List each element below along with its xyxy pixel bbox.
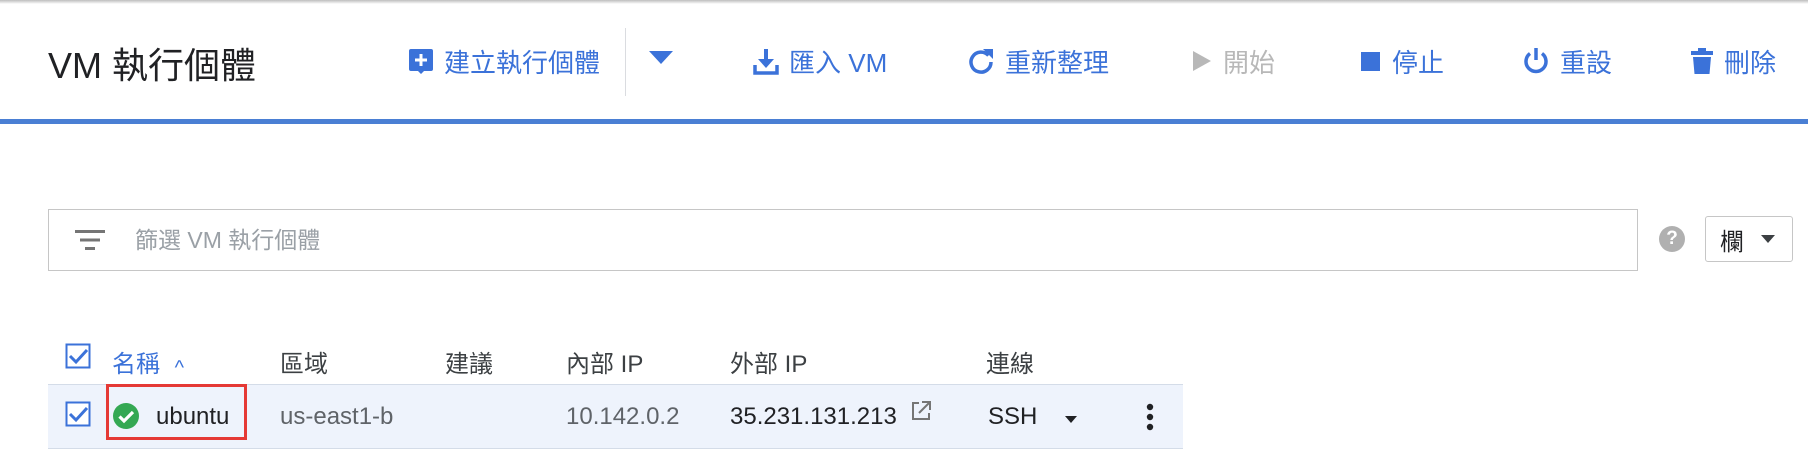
refresh-icon — [969, 49, 993, 74]
delete-button[interactable]: 刪除 — [1690, 40, 1776, 82]
column-header-external-ip[interactable]: 外部 IP — [730, 344, 807, 379]
stop-square-icon — [1361, 52, 1380, 71]
ssh-connect-button[interactable]: SSH — [988, 403, 1037, 431]
column-header-connect[interactable]: 連線 — [986, 344, 1034, 379]
delete-label: 刪除 — [1724, 47, 1777, 78]
create-instance-button[interactable]: 建立執行個體 — [408, 40, 600, 82]
create-options-dropdown[interactable] — [648, 50, 674, 71]
import-vm-button[interactable]: 匯入 VM — [753, 40, 887, 82]
instance-internal-ip: 10.142.0.2 — [566, 403, 680, 430]
filter-lines-icon — [75, 230, 105, 250]
page-header: VM 執行個體 建立執行個體 匯入 VM 重新整理 開始 停止 重設 刪除 — [0, 0, 1808, 124]
table-row[interactable]: ubuntu us-east1-b 10.142.0.2 35.231.131.… — [48, 384, 1183, 449]
toolbar-divider — [625, 28, 626, 96]
filter-input[interactable] — [135, 221, 1615, 259]
instance-name-link[interactable]: ubuntu — [156, 403, 229, 431]
import-vm-label: 匯入 VM — [789, 47, 888, 78]
column-header-name-label: 名稱 — [112, 351, 160, 378]
create-instance-label: 建立執行個體 — [444, 47, 601, 78]
download-icon — [753, 49, 779, 75]
open-in-new-icon[interactable] — [910, 400, 932, 422]
more-vert-icon[interactable] — [1146, 403, 1154, 431]
help-icon[interactable]: ? — [1659, 226, 1685, 252]
play-icon — [1193, 51, 1211, 71]
caret-down-icon — [1761, 235, 1775, 243]
header-accent-bar — [0, 119, 1808, 124]
refresh-label: 重新整理 — [1005, 47, 1110, 78]
instance-external-ip[interactable]: 35.231.131.213 — [730, 403, 897, 431]
trash-icon — [1691, 48, 1713, 74]
select-all-checkbox[interactable] — [65, 343, 91, 369]
instance-zone: us-east1-b — [280, 403, 394, 430]
reset-button[interactable]: 重設 — [1522, 40, 1612, 82]
column-header-recommendation[interactable]: 建議 — [445, 344, 493, 379]
filter-bar[interactable] — [48, 209, 1638, 271]
sort-ascending-icon: ^ — [174, 357, 185, 379]
row-checkbox[interactable] — [65, 401, 91, 427]
refresh-button[interactable]: 重新整理 — [967, 40, 1109, 82]
caret-down-icon — [649, 51, 673, 64]
column-header-name[interactable]: 名稱 ^ — [112, 344, 184, 379]
caret-down-icon[interactable] — [1064, 415, 1078, 424]
stop-button[interactable]: 停止 — [1360, 40, 1444, 82]
reset-label: 重設 — [1560, 47, 1613, 78]
stop-label: 停止 — [1392, 47, 1445, 78]
start-button[interactable]: 開始 — [1191, 40, 1275, 82]
power-icon — [1524, 48, 1548, 74]
column-header-internal-ip[interactable]: 內部 IP — [566, 344, 643, 379]
columns-button[interactable]: 欄 — [1705, 216, 1793, 262]
start-label: 開始 — [1223, 47, 1276, 78]
check-circle-icon — [113, 403, 139, 429]
page-title: VM 執行個體 — [48, 45, 257, 86]
columns-button-label: 欄 — [1720, 228, 1744, 256]
column-header-zone[interactable]: 區域 — [280, 344, 328, 379]
add-box-icon — [409, 49, 433, 74]
